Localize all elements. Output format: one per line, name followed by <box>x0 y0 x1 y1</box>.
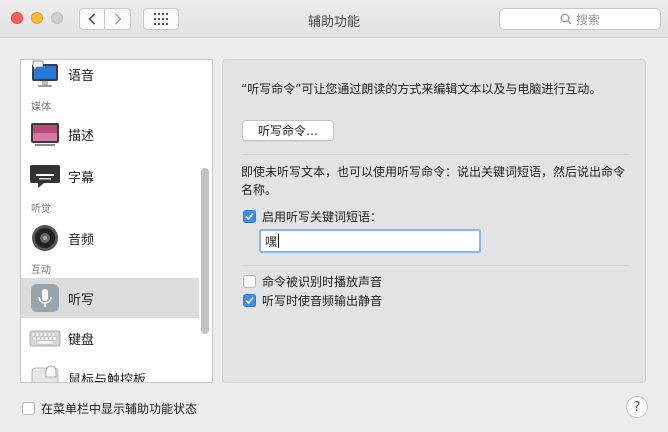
sidebar-item-label: 键盘 <box>68 332 95 348</box>
keyword-phrase-description: 即使未听写文本，也可以使用听写命令：说出关键词短语，然后说出命令名称。 <box>241 165 626 197</box>
sidebar-item-label: 音频 <box>68 232 95 248</box>
sidebar-section-media: 媒体 <box>31 102 51 113</box>
question-mark-icon: ? <box>633 399 641 415</box>
sidebar-item-label: 听写 <box>68 292 95 308</box>
speech-monitor-icon <box>32 60 58 87</box>
keyboard-icon <box>29 330 61 347</box>
divider <box>241 265 629 266</box>
checkbox-label: 启用听写关键词短语： <box>262 210 383 224</box>
sidebar-item-dictation[interactable]: 听写 <box>21 278 199 318</box>
microphone-icon <box>31 284 59 312</box>
dictation-commands-button[interactable]: 听写命令… <box>242 120 334 141</box>
divider <box>241 154 629 155</box>
checkbox-label: 命令被识别时播放声音 <box>262 275 383 289</box>
checkbox-unchecked[interactable] <box>22 402 35 415</box>
search-icon <box>560 13 572 25</box>
sidebar-item-description[interactable]: 描述 <box>21 114 199 154</box>
search-placeholder: 搜索 <box>575 12 600 27</box>
sidebar-item-label: 语音 <box>68 68 95 84</box>
sidebar-section-hearing: 听觉 <box>31 204 51 215</box>
checkbox-label: 听写时使音频输出静音 <box>262 294 383 308</box>
sidebar[interactable]: 语音 媒体 描述 字幕 听觉 音频 互动 听写 键盘 鼠标与触控板 <box>20 59 213 383</box>
mute-audio-checkbox[interactable]: 听写时使音频输出静音 <box>243 292 382 309</box>
sidebar-item-keyboard[interactable]: 键盘 <box>21 318 199 358</box>
checkmark-icon <box>245 212 254 221</box>
dictation-commands-intro: “听写命令”可让您通过朗读的方式来编辑文本以及与电脑进行互动。 <box>241 82 602 96</box>
speaker-icon <box>32 225 58 251</box>
sidebar-item-label: 鼠标与触控板 <box>68 372 147 383</box>
keyword-phrase-value: 嘿 <box>265 234 278 249</box>
captions-icon <box>30 165 60 188</box>
checkbox-label: 在菜单栏中显示辅助功能状态 <box>41 402 198 416</box>
checkbox-unchecked[interactable] <box>243 275 256 288</box>
sidebar-item-captions[interactable]: 字幕 <box>21 156 199 196</box>
show-status-in-menubar-checkbox[interactable]: 在菜单栏中显示辅助功能状态 <box>22 400 197 417</box>
sidebar-item-audio[interactable]: 音频 <box>21 218 199 258</box>
checkbox-checked[interactable] <box>243 294 256 307</box>
help-button[interactable]: ? <box>626 396 648 418</box>
mouse-icon <box>31 365 59 382</box>
search-input[interactable]: 搜索 <box>499 8 661 30</box>
checkmark-icon <box>245 296 254 305</box>
sidebar-item-label: 描述 <box>68 128 95 144</box>
text-caret <box>278 234 280 248</box>
sidebar-item-label: 字幕 <box>68 170 95 186</box>
sidebar-item-speech[interactable]: 语音 <box>21 60 199 94</box>
sidebar-item-mouse-trackpad[interactable]: 鼠标与触控板 <box>21 358 199 383</box>
description-icon <box>31 123 59 146</box>
sidebar-scrollbar[interactable] <box>201 168 209 334</box>
title-bar: 辅助功能 搜索 <box>0 0 668 38</box>
dictation-settings-pane: “听写命令”可让您通过朗读的方式来编辑文本以及与电脑进行互动。 听写命令… 即使… <box>222 59 646 383</box>
keyword-phrase-input[interactable]: 嘿 <box>259 229 481 253</box>
enable-keyword-checkbox[interactable]: 启用听写关键词短语： <box>243 208 382 225</box>
checkbox-checked[interactable] <box>243 210 256 223</box>
sidebar-section-interaction: 互动 <box>31 265 51 276</box>
play-sound-checkbox[interactable]: 命令被识别时播放声音 <box>243 273 382 290</box>
